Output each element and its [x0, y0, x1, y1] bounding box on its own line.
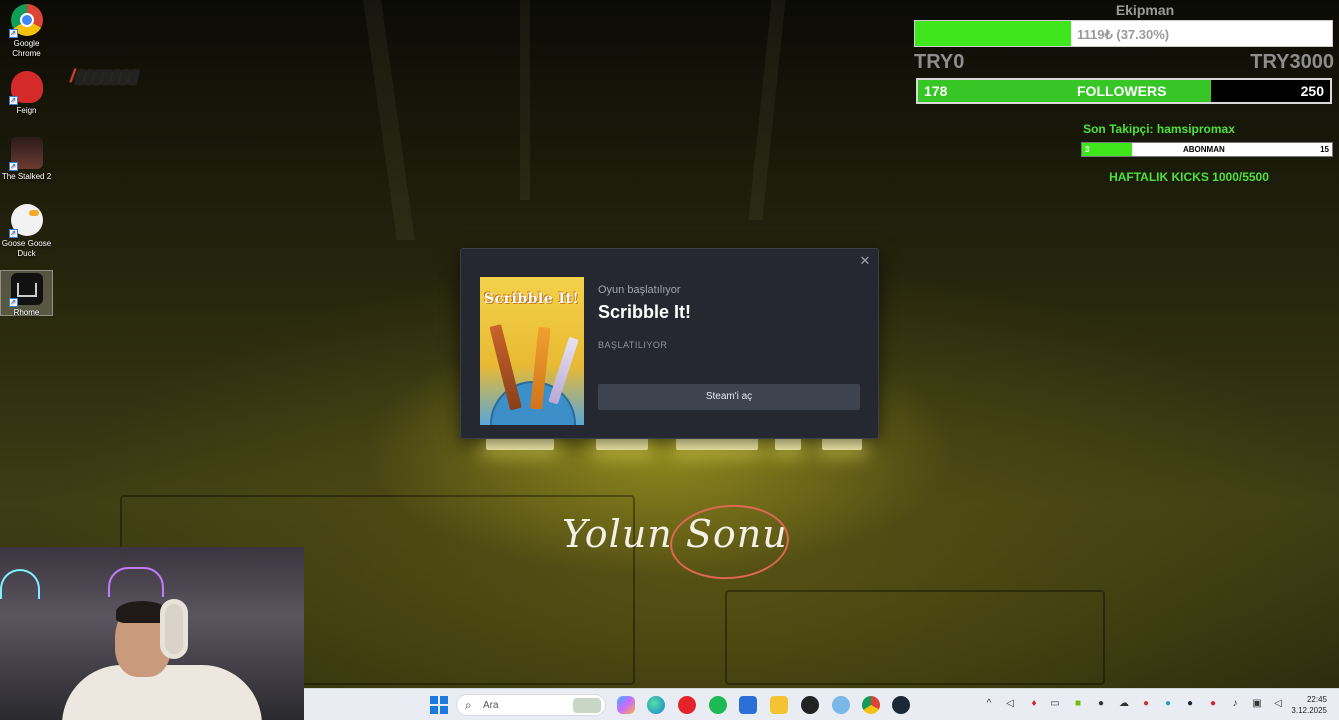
search-placeholder: Ara: [483, 700, 499, 711]
windows-start-icon[interactable]: [430, 696, 448, 714]
person-hoodie: [62, 665, 262, 720]
app-icon[interactable]: [832, 696, 850, 714]
chrome-taskbar-icon[interactable]: [862, 696, 880, 714]
taskbar-search[interactable]: ⌕ Ara: [456, 694, 606, 716]
neon-light-right: [108, 567, 164, 597]
search-highlight-image: [573, 698, 601, 713]
tray-app-3-icon[interactable]: ●: [1095, 698, 1107, 710]
last-follower: Son Takipçi: hamsipromax: [1083, 122, 1235, 136]
open-steam-button[interactable]: Steam'i aç: [598, 384, 860, 410]
clock-date: 3.12.2025: [1291, 706, 1327, 715]
steam-taskbar-icon[interactable]: [892, 696, 910, 714]
donation-max: TRY3000: [1250, 51, 1334, 73]
stream-overlay: Ekipman 1119₺ (37.30%) TRY0 TRY3000 178 …: [914, 0, 1334, 200]
obs-icon[interactable]: [801, 696, 819, 714]
stalked-icon: ↗: [8, 137, 43, 171]
desktop-icon-feign[interactable]: ↗ Feign: [0, 67, 53, 116]
tray-app-7-icon[interactable]: ●: [1207, 698, 1219, 710]
close-icon[interactable]: ✕: [858, 254, 872, 268]
speaker-icon[interactable]: ◁: [1272, 698, 1284, 710]
followers-progress-fill: [918, 80, 1212, 102]
desktop-icon-goose[interactable]: ↗ Goose Goose Duck: [0, 200, 53, 259]
subs-goal: 15: [1320, 145, 1329, 154]
goose-icon: ↗: [8, 204, 43, 238]
desktop-icon-chrome[interactable]: ↗ Google Chrome: [0, 0, 53, 59]
youtube-music-icon[interactable]: [678, 696, 696, 714]
tray-app-4-icon[interactable]: ☁: [1118, 698, 1130, 710]
dialog-subtitle: Oyun başlatılıyor: [598, 284, 681, 296]
followers-label: FOLLOWERS: [1077, 83, 1167, 99]
feign-icon: ↗: [8, 71, 43, 105]
nvidia-icon[interactable]: ■: [1072, 698, 1084, 710]
overlay-title: Ekipman: [1115, 2, 1175, 18]
weekly-kicks: HAFTALIK KICKS 1000/5500: [1109, 170, 1269, 184]
tray-app-6-icon[interactable]: ●: [1162, 698, 1174, 710]
chrome-icon: ↗: [8, 4, 43, 38]
followers-goal: 250: [1300, 83, 1324, 99]
steam-launch-dialog: ✕ Scribble It! Oyun başlatılıyor Scribbl…: [460, 248, 879, 439]
cover-title: Scribble It!: [484, 291, 580, 307]
taskbar-clock[interactable]: 22:45 3.12.2025: [1291, 694, 1327, 716]
tray-chevron-icon[interactable]: ^: [983, 698, 995, 710]
network-icon[interactable]: ▣: [1251, 698, 1263, 710]
followers-progress-bar: 178 FOLLOWERS 250: [916, 78, 1332, 104]
subs-progress-bar: 3 ABONMAN 15: [1081, 142, 1333, 157]
clock-time: 22:45: [1306, 695, 1327, 704]
donation-progress-fill: [915, 21, 1071, 46]
tray-app-2-icon[interactable]: ▭: [1049, 698, 1061, 710]
headphones: [160, 599, 188, 659]
donation-amount: 1119₺ (37.30%): [1077, 27, 1170, 42]
donation-min: TRY0: [914, 51, 965, 73]
spotify-icon[interactable]: [709, 696, 727, 714]
taskbar: ⌕ Ara ^ ◁ ♦ ▭ ■ ● ☁ ● ● ● ● ♪ ▣ ◁ 22:45 …: [304, 688, 1339, 720]
store-icon[interactable]: [739, 696, 757, 714]
volume-icon[interactable]: ◁: [1004, 698, 1016, 710]
followers-current: 178: [924, 83, 948, 99]
search-icon: ⌕: [465, 698, 472, 712]
neon-light-left: [0, 569, 40, 599]
edge-icon[interactable]: [647, 696, 665, 714]
desktop-icon-rhome[interactable]: ↗ Rhome: [0, 270, 53, 317]
stream-logo: /▮▮▮▮▮▮▮: [70, 66, 137, 86]
dialog-status: BAŞLATILIYOR: [598, 340, 668, 350]
steam-tray-icon[interactable]: ●: [1184, 698, 1196, 710]
game-cover-art: Scribble It!: [480, 277, 584, 425]
dialog-game-title: Scribble It!: [598, 302, 692, 322]
subs-label: ABONMAN: [1183, 145, 1225, 154]
tray-app-1-icon[interactable]: ♦: [1028, 698, 1040, 710]
subs-current: 3: [1085, 145, 1090, 154]
webcam-feed: [0, 547, 304, 720]
desktop-icon-stalked[interactable]: ↗ The Stalked 2: [0, 133, 53, 182]
microphone-icon[interactable]: ♪: [1229, 698, 1241, 710]
donation-progress-bar: 1119₺ (37.30%): [914, 20, 1333, 47]
rhome-icon: ↗: [8, 273, 43, 307]
file-explorer-icon[interactable]: [770, 696, 788, 714]
subs-progress-fill: [1082, 143, 1132, 156]
copilot-icon[interactable]: [617, 696, 635, 714]
tray-app-5-icon[interactable]: ●: [1140, 698, 1152, 710]
